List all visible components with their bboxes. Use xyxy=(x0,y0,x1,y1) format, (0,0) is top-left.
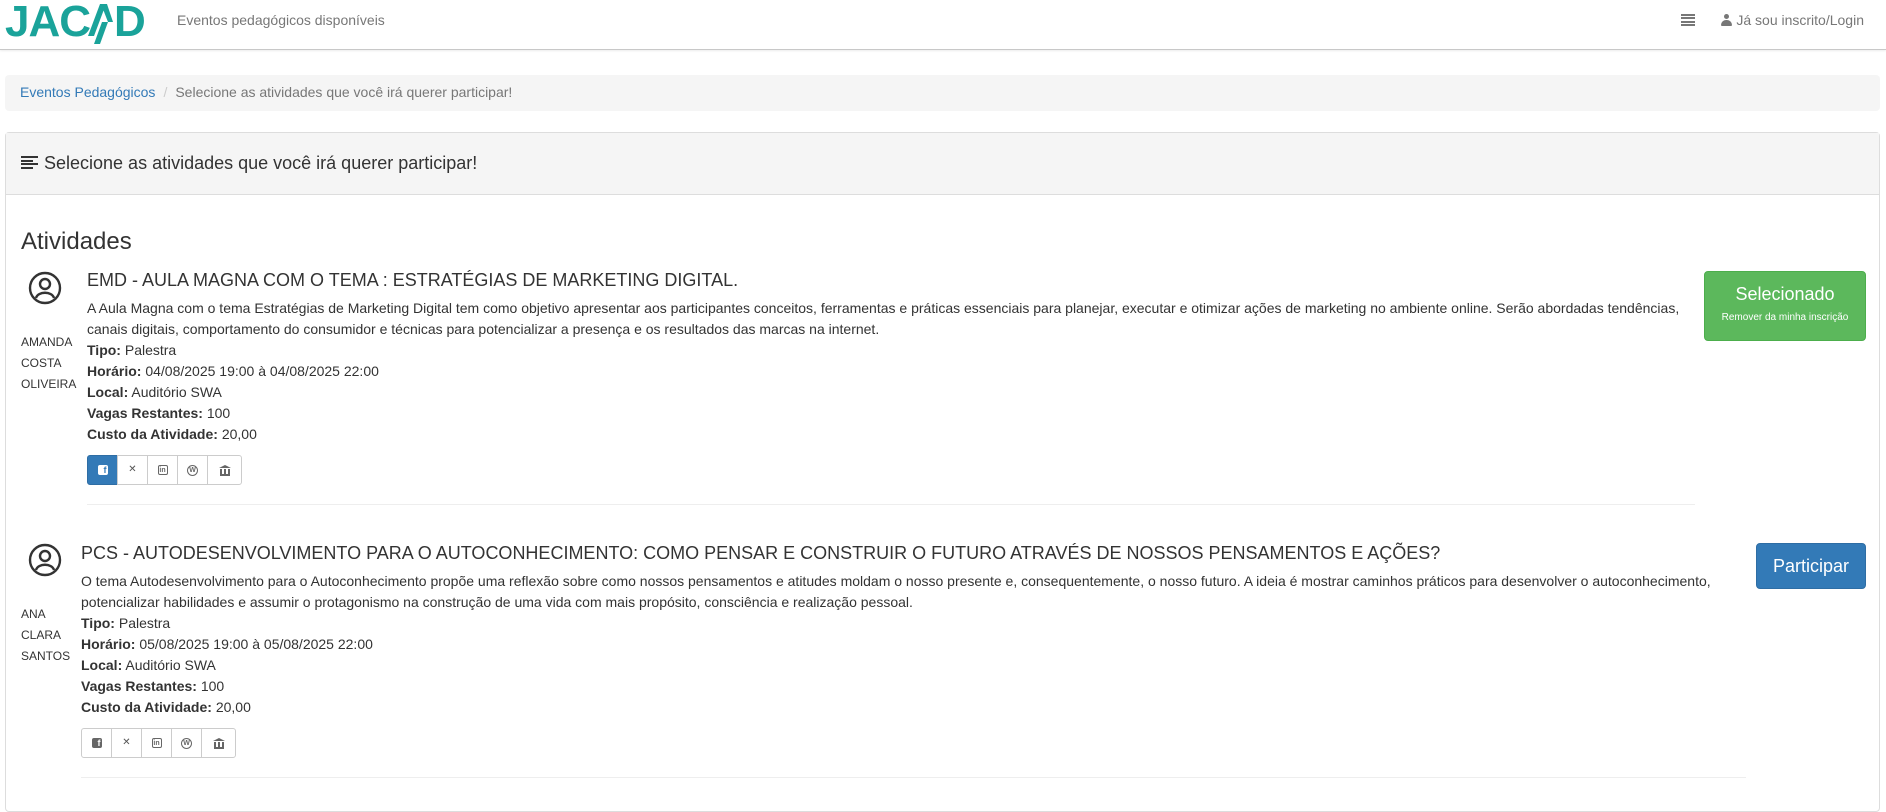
label-tipo: Tipo: xyxy=(87,342,121,358)
remove-subscription-label: Remover da minha inscrição xyxy=(1721,312,1849,323)
activity-custo: Custo da Atividade: 20,00 xyxy=(81,697,1766,718)
align-left-icon xyxy=(21,156,38,169)
label-local: Local: xyxy=(81,657,123,673)
panel-heading: Selecione as atividades que você irá que… xyxy=(6,133,1879,195)
nav-right: Já sou inscrito/Login xyxy=(1681,12,1864,28)
linkedin-icon: in xyxy=(157,465,168,475)
nav-subtitle[interactable]: Eventos pedagógicos disponíveis xyxy=(177,12,385,28)
x-twitter-icon: ✕ xyxy=(122,737,131,748)
label-horario: Horário: xyxy=(81,636,136,652)
jacad-logo-mark: JAC D xyxy=(5,0,146,46)
institution-icon xyxy=(212,737,225,749)
value-local: Auditório SWA xyxy=(131,384,222,400)
value-tipo: Palestra xyxy=(118,615,171,631)
activity-horario: Horário: 04/08/2025 19:00 à 04/08/2025 2… xyxy=(87,361,1715,382)
share-facebook-button[interactable]: f xyxy=(81,728,112,758)
jacad-logo[interactable]: JAC D xyxy=(5,0,153,46)
value-vagas: 100 xyxy=(206,405,231,421)
share-linkedin-button[interactable]: in xyxy=(141,728,172,758)
wordpress-icon: W xyxy=(187,464,198,476)
activity-description: A Aula Magna com o tema Estratégias de M… xyxy=(87,300,1680,337)
label-custo: Custo da Atividade: xyxy=(87,426,218,442)
speaker-name: ANA CLARA SANTOS xyxy=(21,604,73,667)
breadcrumb: Eventos Pedagógicos / Selecione as ativida… xyxy=(5,75,1880,111)
share-wordpress-button[interactable]: W xyxy=(177,455,208,485)
value-vagas: 100 xyxy=(200,678,225,694)
selected-remove-button[interactable]: Selecionado Remover da minha inscrição xyxy=(1704,271,1866,341)
share-wordpress-button[interactable]: W xyxy=(171,728,202,758)
label-custo: Custo da Atividade: xyxy=(81,699,212,715)
wordpress-icon: W xyxy=(181,737,192,749)
activity-vagas: Vagas Restantes: 100 xyxy=(87,403,1715,424)
facebook-icon: f xyxy=(97,465,108,475)
activity-tipo: Tipo: Palestra xyxy=(87,340,1715,361)
selected-label: Selecionado xyxy=(1735,284,1835,304)
breadcrumb-separator: / xyxy=(163,84,168,100)
svg-text:D: D xyxy=(114,0,145,46)
speaker: AMANDA COSTA OLIVEIRA xyxy=(21,271,77,395)
institution-icon xyxy=(218,464,231,476)
value-custo: 20,00 xyxy=(221,426,257,442)
list-icon[interactable] xyxy=(1681,14,1696,26)
section-title: Atividades xyxy=(21,228,132,255)
activity-tipo: Tipo: Palestra xyxy=(81,613,1766,634)
value-tipo: Palestra xyxy=(124,342,177,358)
value-horario: 04/08/2025 19:00 à 04/08/2025 22:00 xyxy=(145,363,379,379)
share-buttons: f ✕ in W xyxy=(87,455,1715,485)
value-local: Auditório SWA xyxy=(125,657,216,673)
activities-panel: Selecione as atividades que você irá que… xyxy=(5,132,1880,812)
svg-text:JAC: JAC xyxy=(5,0,90,46)
label-vagas: Vagas Restantes: xyxy=(87,405,203,421)
label-horario: Horário: xyxy=(87,363,142,379)
activity-title: PCS - AUTODESENVOLVIMENTO PARA O AUTOCON… xyxy=(81,543,1441,563)
share-institution-button[interactable] xyxy=(207,455,242,485)
speaker: ANA CLARA SANTOS xyxy=(21,543,73,667)
activity-body: PCS - AUTODESENVOLVIMENTO PARA O AUTOCON… xyxy=(81,543,1766,778)
user-icon xyxy=(1721,14,1733,26)
speaker-name: AMANDA COSTA OLIVEIRA xyxy=(21,332,77,395)
activity-body: EMD - AULA MAGNA COM O TEMA : ESTRATÉGIA… xyxy=(87,270,1715,505)
linkedin-icon: in xyxy=(151,738,162,748)
share-x-button[interactable]: ✕ xyxy=(111,728,142,758)
activity-title: EMD - AULA MAGNA COM O TEMA : ESTRATÉGIA… xyxy=(87,270,739,290)
speaker-name-line: AMANDA xyxy=(21,335,73,349)
speaker-name-line: CLARA xyxy=(21,628,62,642)
breadcrumb-current: Selecione as atividades que você irá que… xyxy=(175,84,513,100)
activity-divider xyxy=(81,777,1746,778)
speaker-name-line: COSTA xyxy=(21,356,62,370)
activity-horario: Horário: 05/08/2025 19:00 à 05/08/2025 2… xyxy=(81,634,1766,655)
value-horario: 05/08/2025 19:00 à 05/08/2025 22:00 xyxy=(139,636,373,652)
x-twitter-icon: ✕ xyxy=(128,464,137,475)
share-facebook-button[interactable]: f xyxy=(87,455,118,485)
activity-description: O tema Autodesenvolvimento para o Autoco… xyxy=(81,573,1711,610)
label-vagas: Vagas Restantes: xyxy=(81,678,197,694)
facebook-icon: f xyxy=(91,738,102,748)
activity-local: Local: Auditório SWA xyxy=(87,382,1715,403)
user-circle-icon xyxy=(28,271,62,305)
activity-custo: Custo da Atividade: 20,00 xyxy=(87,424,1715,445)
activity-divider xyxy=(87,504,1695,505)
login-label: Já sou inscrito/Login xyxy=(1736,12,1864,28)
speaker-name-line: ANA xyxy=(21,607,46,621)
activity-vagas: Vagas Restantes: 100 xyxy=(81,676,1766,697)
share-institution-button[interactable] xyxy=(201,728,236,758)
activity-local: Local: Auditório SWA xyxy=(81,655,1766,676)
top-navbar: JAC D Eventos pedagógicos disponíveis Já… xyxy=(0,0,1886,50)
breadcrumb-root-link[interactable]: Eventos Pedagógicos xyxy=(20,84,155,100)
login-link[interactable]: Já sou inscrito/Login xyxy=(1721,12,1864,28)
label-local: Local: xyxy=(87,384,129,400)
panel-heading-text: Selecione as atividades que você irá que… xyxy=(44,153,478,173)
share-linkedin-button[interactable]: in xyxy=(147,455,178,485)
user-circle-icon xyxy=(28,543,62,577)
speaker-name-line: SANTOS xyxy=(21,649,71,663)
share-buttons: f ✕ in W xyxy=(81,728,1766,758)
share-x-button[interactable]: ✕ xyxy=(117,455,148,485)
label-tipo: Tipo: xyxy=(81,615,115,631)
participar-button[interactable]: Participar xyxy=(1756,543,1866,589)
speaker-name-line: OLIVEIRA xyxy=(21,377,77,391)
value-custo: 20,00 xyxy=(215,699,251,715)
